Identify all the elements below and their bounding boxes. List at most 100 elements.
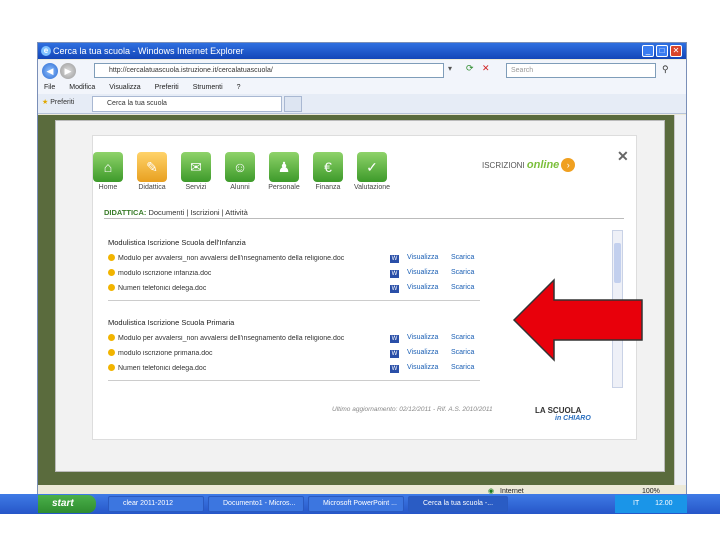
nav-didattica[interactable]: ✎ Didattica <box>130 152 174 191</box>
refresh-icon[interactable]: ⟳ <box>466 63 474 74</box>
section-title: Modulistica Iscrizione Scuola Primaria <box>108 318 235 327</box>
browser-tab[interactable]: Cerca la tua scuola <box>92 96 282 112</box>
nav-servizi[interactable]: ✉ Servizi <box>174 152 218 191</box>
download-link[interactable]: Scarica <box>451 284 474 291</box>
document-name: modulo iscrizione infanzia.doc <box>118 270 212 277</box>
word-doc-icon: W <box>390 365 399 373</box>
document-row: Modulo per avvalersi_non avvalersi dell'… <box>108 334 344 342</box>
logo-line1: LA SCUOLA <box>535 406 582 415</box>
view-link[interactable]: Visualizza <box>407 364 438 371</box>
didattica-icon: ✎ <box>137 152 167 182</box>
nav-label: Servizi <box>185 184 207 191</box>
menu-help[interactable]: ? <box>237 84 241 91</box>
download-link[interactable]: Scarica <box>451 334 474 341</box>
menu-bar: File Modifica Visualizza Preferiti Strum… <box>38 82 686 94</box>
menu-edit[interactable]: Modifica <box>69 84 95 91</box>
task-folder[interactable]: clear 2011-2012 <box>108 496 204 512</box>
nav-label: Personale <box>268 184 300 191</box>
window-title: Cerca la tua scuola - Windows Internet E… <box>53 46 244 56</box>
word-doc-icon: W <box>390 285 399 293</box>
clock: 12.00 <box>655 500 673 507</box>
address-input[interactable]: http://cercalatuascuola.istruzione.it/ce… <box>94 63 444 78</box>
task-powerpoint[interactable]: Microsoft PowerPoint ... <box>308 496 404 512</box>
forward-button[interactable]: ▶ <box>60 63 76 79</box>
breadcrumb-items[interactable]: Documenti | Iscrizioni | Attività <box>148 208 247 217</box>
document-row: modulo iscrizione primaria.doc <box>108 349 213 357</box>
iscrizioni-label: ISCRIZIONI <box>482 161 525 170</box>
menu-tools[interactable]: Strumenti <box>193 84 223 91</box>
section-title: Modulistica Iscrizione Scuola dell'Infan… <box>108 238 246 247</box>
view-link[interactable]: Visualizza <box>407 334 438 341</box>
close-icon[interactable]: ✕ <box>617 148 629 165</box>
iscrizioni-online-banner[interactable]: ISCRIZIONI online › <box>482 158 576 172</box>
nav-personale[interactable]: ♟ Personale <box>262 152 306 191</box>
nav-label: Didattica <box>138 184 166 191</box>
task-ie[interactable]: Cerca la tua scuola -... <box>408 496 508 512</box>
finanza-icon: € <box>313 152 343 182</box>
favorites-button[interactable]: ★ Preferiti <box>42 98 74 106</box>
online-label: online <box>526 159 560 171</box>
word-doc-icon: W <box>390 255 399 263</box>
task-label: Documento1 - Micros... <box>223 500 296 507</box>
bullet-icon <box>108 349 115 356</box>
star-icon: ★ <box>42 99 49 106</box>
view-link[interactable]: Visualizza <box>407 269 438 276</box>
red-arrow-pointer <box>512 278 643 362</box>
system-tray: IT 12.00 <box>615 495 687 513</box>
view-link[interactable]: Visualizza <box>407 349 438 356</box>
bullet-icon <box>108 284 115 291</box>
nav-label: Alunni <box>230 184 250 191</box>
word-doc-icon: W <box>390 350 399 358</box>
address-text: http://cercalatuascuola.istruzione.it/ce… <box>109 67 273 74</box>
start-button[interactable]: start <box>38 495 96 513</box>
view-link[interactable]: Visualizza <box>407 284 438 291</box>
back-button[interactable]: ◀ <box>42 63 58 79</box>
document-name: Modulo per avvalersi_non avvalersi dell'… <box>118 255 345 262</box>
stop-icon[interactable]: ✕ <box>482 63 490 74</box>
word-doc-icon: W <box>390 335 399 343</box>
section-divider <box>108 300 480 301</box>
download-link[interactable]: Scarica <box>451 254 474 261</box>
new-tab-button[interactable] <box>284 96 302 112</box>
menu-view[interactable]: Visualizza <box>109 84 140 91</box>
nav-label: Valutazione <box>353 184 391 191</box>
personale-icon: ♟ <box>269 152 299 182</box>
favorites-bar: ★ Preferiti Cerca la tua scuola <box>38 94 686 114</box>
document-row: Modulo per avvalersi_non avvalersi dell'… <box>108 254 344 262</box>
last-update-text: Ultimo aggiornamento: 02/12/2011 - Rif. … <box>332 406 493 413</box>
search-input[interactable]: Search <box>506 63 656 78</box>
nav-alunni[interactable]: ☺ Alunni <box>218 152 262 191</box>
minimize-button[interactable]: _ <box>642 45 654 57</box>
breadcrumb-section: DIDATTICA: <box>104 208 147 217</box>
ie-icon: e <box>41 46 51 56</box>
document-row: modulo iscrizione infanzia.doc <box>108 269 211 277</box>
search-icon[interactable]: ⚲ <box>662 64 669 75</box>
task-label: Microsoft PowerPoint ... <box>323 500 397 507</box>
nav-valutazione[interactable]: ✓ Valutazione <box>350 152 394 191</box>
search-placeholder: Search <box>511 67 534 74</box>
start-label: start <box>52 498 74 509</box>
download-link[interactable]: Scarica <box>451 364 474 371</box>
tab-title: Cerca la tua scuola <box>107 100 167 107</box>
document-row: Numeri telefonici delega.doc <box>108 364 206 372</box>
window-title-bar[interactable]: e Cerca la tua scuola - Windows Internet… <box>38 43 686 59</box>
nav-home[interactable]: ⌂ Home <box>86 152 130 191</box>
arrow-circle-icon: › <box>561 158 576 172</box>
task-word[interactable]: Documento1 - Micros... <box>208 496 304 512</box>
download-link[interactable]: Scarica <box>451 269 474 276</box>
dropdown-icon[interactable]: ▾ <box>448 64 452 73</box>
maximize-button[interactable]: □ <box>656 45 668 57</box>
panel-scroll-thumb[interactable] <box>614 243 621 283</box>
menu-file[interactable]: File <box>44 84 55 91</box>
menu-favorites[interactable]: Preferiti <box>155 84 179 91</box>
page-scrollbar[interactable] <box>674 115 686 485</box>
view-link[interactable]: Visualizza <box>407 254 438 261</box>
language-indicator[interactable]: IT <box>633 500 639 507</box>
document-row: Numeri telefonici delega.doc <box>108 284 206 292</box>
bullet-icon <box>108 269 115 276</box>
download-link[interactable]: Scarica <box>451 349 474 356</box>
alunni-icon: ☺ <box>225 152 255 182</box>
close-window-button[interactable]: ✕ <box>670 45 682 57</box>
word-doc-icon: W <box>390 270 399 278</box>
nav-finanza[interactable]: € Finanza <box>306 152 350 191</box>
